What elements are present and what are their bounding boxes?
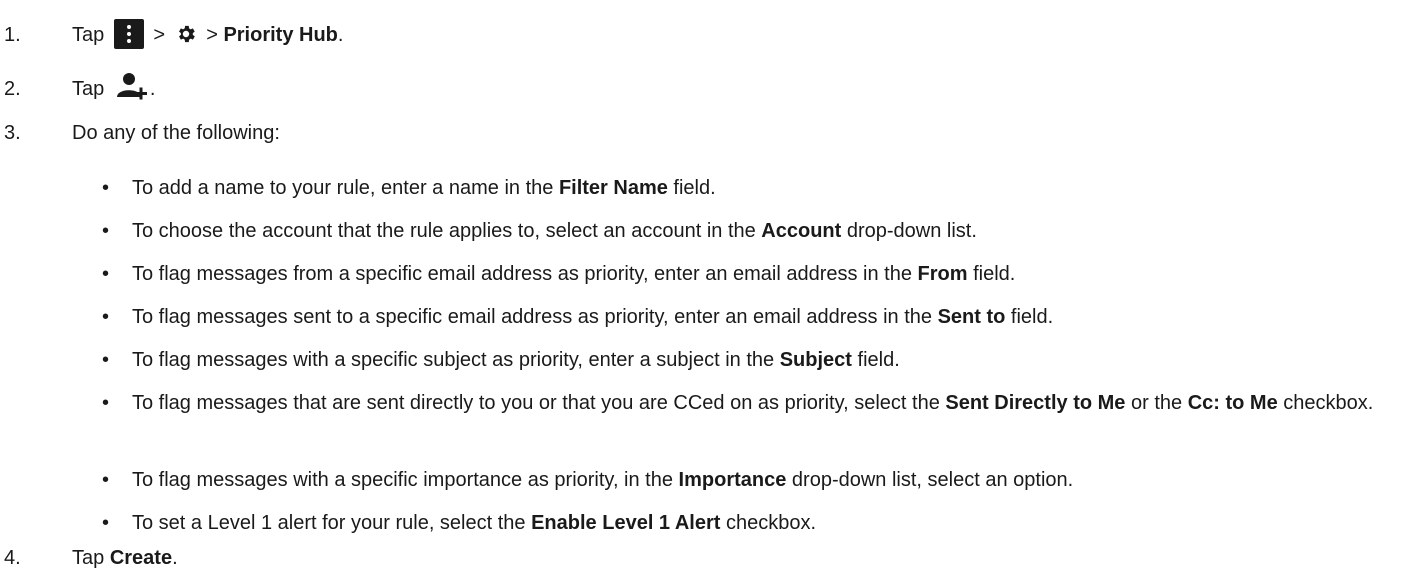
bullet-icon: • [102, 177, 110, 199]
bullet-text: To add a name to your rule, enter a name… [132, 177, 716, 199]
step-text: Tap Create. [72, 541, 178, 575]
field-name: Enable Level 1 Alert [531, 512, 721, 534]
step-text: Tap . [72, 72, 155, 106]
field-name: Importance [678, 469, 787, 491]
field-name: Cc: to Me [1187, 392, 1278, 414]
add-contact-icon [116, 72, 147, 100]
bullet-text: To set a Level 1 alert for your rule, se… [132, 512, 817, 534]
step-number: 3. [4, 122, 21, 144]
step-verb: Tap [72, 78, 105, 100]
step-end: . [172, 547, 178, 569]
step-3: 3. Do any of the following: [0, 116, 1417, 150]
bullet-text: To flag messages with a specific importa… [132, 469, 1074, 491]
step-text: Do any of the following: [72, 122, 280, 144]
bullet-text: To flag messages that are sent directly … [132, 392, 1374, 414]
step-verb: Tap [72, 547, 105, 569]
menu-target: Priority Hub [223, 24, 338, 46]
step-2: 2. Tap . [0, 72, 1417, 106]
field-name: From [917, 263, 968, 285]
step-number: 2. [4, 78, 21, 100]
bullet-icon: • [102, 512, 110, 534]
more-menu-icon [113, 18, 144, 49]
step-end: . [149, 78, 156, 100]
step-number: 4. [4, 547, 21, 569]
menu-target: Create [109, 547, 173, 569]
step-number: 1. [4, 24, 21, 46]
bullet-icon: • [102, 469, 110, 491]
step-verb: Tap [72, 24, 105, 46]
field-name: Subject [779, 349, 852, 371]
bullet-text: To flag messages with a specific subject… [132, 349, 900, 371]
separator: > [153, 24, 166, 46]
step-4: 4. Tap Create. [0, 541, 1417, 575]
bullet-icon: • [102, 306, 110, 328]
step-end: . [337, 24, 344, 46]
step-text: Tap > > Priority Hub. [72, 18, 343, 52]
bullet-icon: • [102, 263, 110, 285]
bullet-icon: • [102, 392, 110, 414]
field-name: Sent Directly to Me [945, 392, 1126, 414]
bullet-text: To flag messages sent to a specific emai… [132, 306, 1054, 328]
separator: > [206, 24, 218, 46]
bullet-icon: • [102, 220, 110, 242]
field-name: Sent to [937, 306, 1006, 328]
bullet-text: To flag messages from a specific email a… [132, 263, 1016, 285]
gear-icon [178, 25, 195, 42]
bullet-text: To choose the account that the rule appl… [132, 220, 977, 242]
field-name: Filter Name [558, 177, 668, 199]
field-name: Account [761, 220, 842, 242]
step-1: 1. Tap > > Priority Hub. [0, 18, 1417, 52]
bullet-icon: • [102, 349, 110, 371]
